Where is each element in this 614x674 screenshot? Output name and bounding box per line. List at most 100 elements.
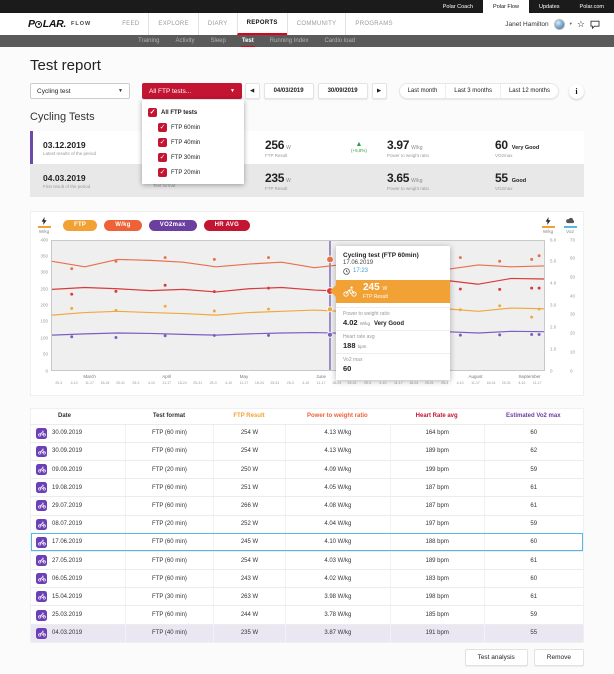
last-12-months-button[interactable]: Last 12 months	[500, 84, 558, 98]
month-label: March	[83, 374, 96, 379]
cyclist-icon	[343, 286, 357, 297]
nav-item-reports[interactable]: REPORTS	[237, 13, 287, 35]
summary-results: 03.12.2019 Latest results of the period …	[30, 131, 584, 197]
subnav-item-cardio-load[interactable]: Cardio load	[316, 35, 363, 47]
col-header-test-format: Test format	[125, 413, 213, 419]
month-label: April	[162, 374, 171, 379]
filter-menu-item[interactable]: ✓FTP 60min	[142, 120, 244, 135]
cell-test-format: FTP (60 min)	[125, 479, 213, 496]
legend-pill-ftp[interactable]: FTP	[63, 220, 97, 231]
test-filter-select[interactable]: All FTP tests...▼	[142, 83, 242, 99]
col-header-heart-rate-avg: Heart Rate avg	[390, 413, 484, 419]
date-to-input[interactable]: 30/09/2019	[318, 83, 368, 99]
checkbox-checked-icon[interactable]: ✓	[158, 123, 167, 132]
week-tick-label: 25-31	[425, 381, 434, 385]
cell-vo2-max: 60	[484, 425, 583, 442]
topbar-link-polar-com[interactable]: Polar.com	[570, 0, 614, 13]
plot-area: 400350300250200150100500 6.05.04.03.02.0…	[31, 240, 583, 371]
table-actions: Test analysis Remove	[30, 643, 584, 674]
legend-pill-vo2max[interactable]: VO2max	[149, 220, 197, 231]
cell-date: 25.03.2019	[31, 606, 125, 623]
topbar-link-updates[interactable]: Updates	[529, 0, 570, 13]
cell-vo2-max: 61	[484, 588, 583, 605]
legend-pill-hr-avg[interactable]: HR AVG	[204, 220, 250, 231]
sport-select[interactable]: Cycling test▼	[30, 83, 130, 99]
table-row[interactable]: 19.08.2019FTP (60 min)251 W4.05 W/kg187 …	[31, 478, 583, 496]
checkbox-checked-icon[interactable]: ✓	[158, 153, 167, 162]
checkbox-checked-icon[interactable]: ✓	[158, 138, 167, 147]
filter-menu-item[interactable]: ✓FTP 30min	[142, 150, 244, 165]
report-controls: Cycling test▼ All FTP tests...▼ ✓All FTP…	[30, 83, 584, 101]
nav-item-feed[interactable]: FEED	[113, 13, 148, 35]
cell-test-format: FTP (60 min)	[125, 552, 213, 569]
table-row[interactable]: 30.09.2019FTP (60 min)254 W4.13 W/kg189 …	[31, 442, 583, 460]
filter-menu-label: All FTP tests	[161, 110, 197, 116]
table-row[interactable]: 08.07.2019FTP (20 min)252 W4.04 W/kg197 …	[31, 515, 583, 533]
table-row[interactable]: 04.03.2019FTP (40 min)235 W3.87 W/kg191 …	[31, 624, 583, 642]
cell-ftp-result: 254 W	[213, 425, 285, 442]
cell-vo2-max: 59	[484, 461, 583, 478]
table-row[interactable]: 06.05.2019FTP (60 min)243 W4.02 W/kg183 …	[31, 569, 583, 587]
table-row[interactable]: 15.04.2019FTP (30 min)263 W3.98 W/kg198 …	[31, 587, 583, 605]
cell-heart-rate-avg: 191 bpm	[390, 625, 484, 642]
legend-pill-wkg[interactable]: W/kg	[104, 220, 142, 231]
table-row[interactable]: 29.07.2019FTP (60 min)266 W4.08 W/kg187 …	[31, 496, 583, 514]
filter-menu-item[interactable]: ✓FTP 20min	[142, 165, 244, 180]
subnav-item-training[interactable]: Training	[130, 35, 167, 47]
week-tick-label: 4-10	[457, 381, 464, 385]
bolt-icon	[41, 217, 47, 225]
favorites-star-icon[interactable]: ☆	[577, 20, 585, 29]
table-row[interactable]: 27.05.2019FTP (60 min)254 W4.03 W/kg189 …	[31, 551, 583, 569]
table-row[interactable]: 09.09.2019FTP (20 min)250 W4.09 W/kg199 …	[31, 460, 583, 478]
topbar-link-polar-coach[interactable]: Polar Coach	[433, 0, 483, 13]
nav-item-explore[interactable]: EXPLORE	[148, 13, 197, 35]
info-icon[interactable]: i	[569, 84, 584, 99]
week-tick-label: 11-17	[85, 381, 94, 385]
cell-date: 30.09.2019	[31, 443, 125, 460]
first-result-caption: First result of the period	[43, 184, 153, 189]
table-row[interactable]: 17.06.2019FTP (60 min)245 W4.10 W/kg188 …	[31, 533, 583, 551]
cell-power-to-weight: 4.02 W/kg	[285, 570, 390, 587]
user-menu-caret-icon[interactable]: ▾	[570, 21, 572, 27]
filter-menu-item[interactable]: ✓ All FTP tests	[142, 105, 244, 120]
table-row[interactable]: 25.03.2019FTP (60 min)244 W3.78 W/kg185 …	[31, 605, 583, 623]
next-period-button[interactable]: ▶	[372, 83, 387, 99]
table-row[interactable]: 30.09.2019FTP (60 min)254 W4.13 W/kg164 …	[31, 424, 583, 442]
first-result-row[interactable]: 04.03.2019 First result of the period FT…	[30, 164, 584, 197]
cell-ftp-result: 252 W	[213, 516, 285, 533]
cell-vo2-max: 60	[484, 534, 583, 551]
previous-period-button[interactable]: ◀	[245, 83, 260, 99]
date-from-input[interactable]: 04/03/2019	[264, 83, 314, 99]
week-tick-label: 11-17	[240, 381, 249, 385]
messages-icon[interactable]	[590, 20, 600, 29]
subnav-item-activity[interactable]: Activity	[167, 35, 202, 47]
week-tick-label: 18-24	[409, 381, 418, 385]
topbar-link-polar-flow[interactable]: Polar Flow	[483, 0, 529, 13]
nav-item-community[interactable]: COMMUNITY	[287, 13, 346, 35]
nav-item-programs[interactable]: PROGRAMS	[345, 13, 401, 35]
latest-result-row[interactable]: 03.12.2019 Latest results of the period …	[30, 131, 584, 164]
plot-box[interactable]	[51, 240, 545, 371]
subnav-item-sleep[interactable]: Sleep	[202, 35, 233, 47]
last-3-months-button[interactable]: Last 3 months	[445, 84, 500, 98]
cell-power-to-weight: 3.78 W/kg	[285, 606, 390, 623]
user-name[interactable]: Janet Hamilton	[505, 21, 548, 28]
checkbox-checked-icon[interactable]: ✓	[148, 108, 157, 117]
checkbox-checked-icon[interactable]: ✓	[158, 168, 167, 177]
nav-item-diary[interactable]: DIARY	[198, 13, 237, 35]
subnav-item-test[interactable]: Test	[234, 35, 262, 47]
first-ftp-metric: 235W FTP Result	[265, 171, 331, 191]
filter-menu-item[interactable]: ✓FTP 40min	[142, 135, 244, 150]
week-tick-label: 4-10	[225, 381, 232, 385]
cell-heart-rate-avg: 188 bpm	[390, 534, 484, 551]
polar-flow-logo[interactable]: PLAR. FLOW	[28, 18, 91, 30]
test-analysis-button[interactable]: Test analysis	[465, 649, 528, 666]
last-month-button[interactable]: Last month	[400, 84, 446, 98]
user-avatar[interactable]	[554, 19, 565, 30]
cell-ftp-result: 250 W	[213, 461, 285, 478]
cell-heart-rate-avg: 189 bpm	[390, 443, 484, 460]
cell-date: 29.07.2019	[31, 497, 125, 514]
remove-button[interactable]: Remove	[534, 649, 584, 666]
cell-power-to-weight: 4.10 W/kg	[285, 534, 390, 551]
subnav-item-running-index[interactable]: Running Index	[262, 35, 317, 47]
